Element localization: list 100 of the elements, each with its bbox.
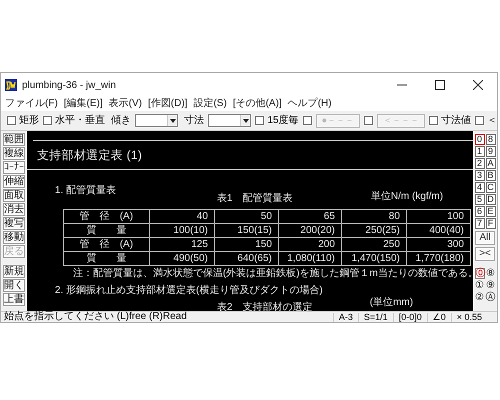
status-field: × 0.55 [450, 312, 487, 322]
tool-button[interactable]: 移動 [2, 231, 25, 244]
layer-button[interactable]: 6 [474, 206, 485, 217]
checkbox[interactable] [475, 116, 484, 125]
table-cell: 490(50) [149, 252, 214, 266]
layer-group-button[interactable]: ① [474, 280, 485, 291]
maximize-icon[interactable] [435, 80, 445, 90]
status-field: [0-0]0 [392, 312, 427, 322]
layer-button[interactable]: 3 [474, 170, 485, 181]
layer-group-button[interactable]: ② [474, 292, 485, 303]
table-cell: 250(25) [341, 224, 406, 238]
table-cell: 100(10) [149, 224, 214, 238]
table-cell: 300 [406, 238, 470, 252]
menu-item[interactable]: 表示(V) [108, 99, 142, 109]
status-field: S=1/1 [358, 312, 393, 322]
table-cell: 150(15) [214, 224, 278, 238]
row-header: 管 径 (A) [63, 210, 150, 224]
layer-group-button[interactable]: ⑧ [486, 268, 496, 279]
field-label: 傾き [111, 116, 131, 126]
layer-button[interactable]: D [486, 194, 496, 205]
close-icon[interactable] [473, 80, 483, 90]
tool-button[interactable]: 伸縮 [2, 175, 25, 188]
section-heading: 2. 形鋼振れ止め支持部材選定表(横走り管及びダクトの場合) [54, 286, 324, 296]
table-cell: 250 [341, 238, 406, 252]
drawing-title: 支持部材選定表 (1) [36, 147, 144, 164]
caret-icon [170, 118, 176, 122]
tool-button[interactable]: 複写 [2, 217, 25, 230]
tool-button[interactable]: 消去 [2, 203, 25, 216]
caret-icon [242, 118, 249, 122]
app-icon [5, 79, 17, 91]
menu-item[interactable]: [作図(D)] [148, 99, 188, 109]
unit-label: (単位mm) [370, 298, 414, 308]
table-cell: 150 [214, 238, 278, 252]
layer-button[interactable]: 5 [474, 194, 485, 205]
layer-button[interactable]: 9 [486, 146, 496, 157]
checkbox[interactable] [364, 116, 373, 125]
checkbox-label: 矩形 [19, 116, 39, 126]
checkbox[interactable] [43, 116, 52, 125]
layer-action-button[interactable]: All [475, 231, 496, 245]
layer-button[interactable]: C [486, 182, 496, 193]
layer-button[interactable]: E [486, 206, 496, 217]
row-header: 管 径 (A) [63, 238, 150, 252]
checkbox[interactable] [302, 116, 312, 125]
table-caption: 表1 配管質量表 [216, 194, 292, 204]
tool-button[interactable]: 範囲 [2, 133, 25, 146]
unit-label: 単位N/m (kgf/m) [370, 192, 444, 202]
checkbox-label: 15度毎 [267, 116, 299, 126]
menu-item[interactable]: [編集(E)] [64, 99, 103, 109]
layer-button[interactable]: 1 [474, 146, 485, 157]
layer-group-button[interactable]: ⑨ [486, 280, 496, 291]
checkbox[interactable] [429, 116, 438, 125]
menu-item[interactable]: ファイル(F) [5, 99, 58, 109]
layer-button[interactable]: B [486, 170, 496, 181]
table-cell: 125 [149, 238, 214, 252]
table-cell: 40 [149, 210, 214, 224]
table-cell: 200 [278, 238, 342, 252]
tool-button[interactable]: 複線 [2, 147, 25, 160]
note-text: 注：配管質量は、満水状態で保温(外装は亜鉛鉄板)を施した鋼管１m当たりの数値である。 [72, 269, 474, 279]
table-cell: 80 [341, 210, 406, 224]
table-cell: 65 [278, 210, 342, 224]
layer-button[interactable]: 8 [486, 134, 496, 145]
checkbox-label: 水平・垂直 [55, 116, 105, 126]
field-label: 寸法 [184, 116, 204, 126]
table-cell: 1,770(180) [406, 252, 470, 266]
tool-button[interactable]: 上書 [2, 293, 25, 306]
tool-button[interactable]: ｺｰﾅｰ [2, 161, 25, 174]
tool-button[interactable]: 面取 [2, 189, 25, 202]
table-cell: 1,470(150) [341, 252, 406, 266]
menu-item[interactable]: 設定(S) [193, 99, 227, 109]
checkbox[interactable] [255, 116, 264, 125]
menu-item[interactable]: ヘルプ(H) [288, 99, 332, 109]
status-field: ∠0 [426, 312, 451, 322]
layer-button[interactable]: F [486, 218, 496, 229]
dropdown-field[interactable] [135, 114, 178, 127]
layer-button[interactable]: 7 [474, 218, 485, 229]
dropdown-field[interactable] [208, 114, 252, 127]
table-cell: 1,080(110) [278, 252, 342, 266]
tool-button[interactable]: 新規 [2, 265, 25, 278]
tool-button[interactable]: 開く [2, 279, 25, 292]
table-cell: 400(40) [406, 224, 470, 238]
table-cell: 100 [406, 210, 470, 224]
layer-button[interactable]: A [486, 158, 496, 169]
section-heading: 1. 配管質量表 [54, 186, 116, 196]
layer-action-button[interactable]: >< [475, 247, 496, 261]
status-message: 始点を指示してください (L)free (R)Read [3, 312, 187, 322]
layer-button[interactable]: 2 [474, 158, 485, 169]
layer-button[interactable]: 4 [474, 182, 485, 193]
layer-group-button[interactable]: ⓪ [474, 268, 485, 279]
layer-button[interactable]: 0 [474, 134, 485, 145]
checkbox-label: 寸法値 [441, 116, 471, 126]
layer-group-button[interactable]: Ⓐ [486, 292, 496, 303]
table-cell: 640(65) [214, 252, 278, 266]
table-cell: 200(20) [278, 224, 342, 238]
row-header: 質 量 [63, 224, 150, 238]
menu-item[interactable]: [その他(A)] [232, 99, 282, 109]
table-cell: 50 [214, 210, 278, 224]
checkbox-label: ＜ [487, 116, 497, 126]
status-field: A-3 [332, 312, 358, 322]
checkbox[interactable] [7, 116, 16, 125]
row-header: 質 量 [63, 252, 150, 266]
